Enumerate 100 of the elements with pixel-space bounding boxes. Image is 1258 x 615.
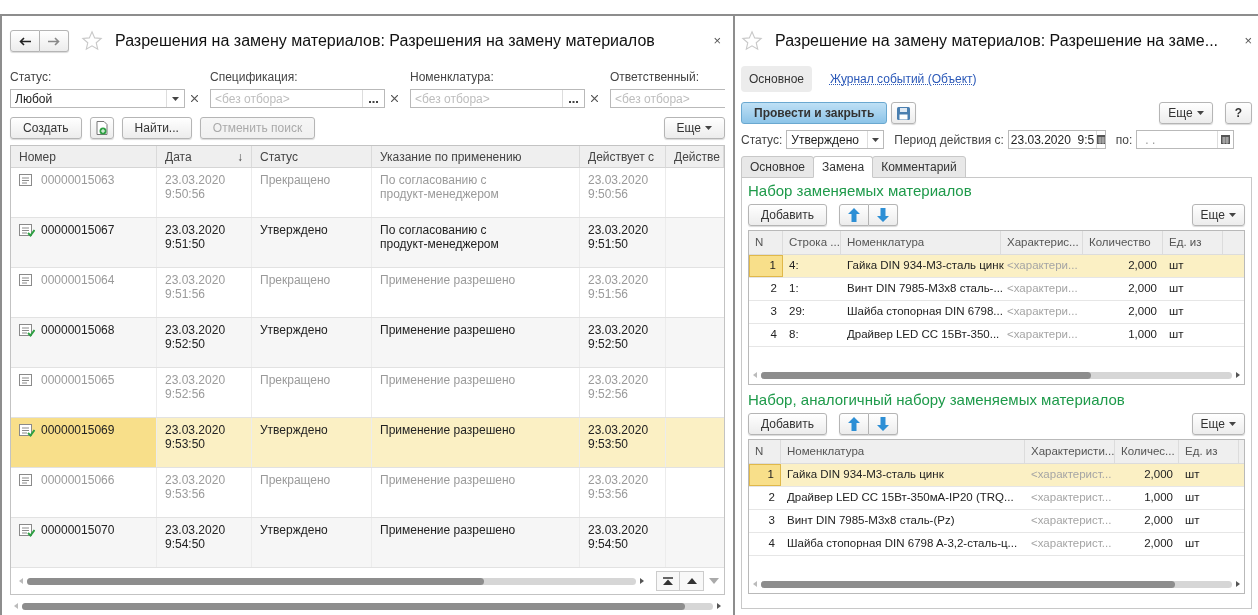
more-button[interactable]: Еще — [1191, 204, 1245, 226]
calendar-icon[interactable] — [1221, 135, 1231, 144]
table-cell-text: 3 — [769, 304, 778, 320]
table-cell-text: <характерист... — [1030, 467, 1113, 483]
scroll-left-icon[interactable] — [753, 581, 757, 587]
table-cell: 23.03.2020 9:53:56 — [157, 468, 252, 517]
scroll-up-button[interactable] — [680, 571, 704, 591]
help-button[interactable]: ? — [1224, 102, 1252, 124]
scroll-left-icon[interactable] — [19, 578, 23, 584]
column-header[interactable]: Номенклатура — [841, 231, 1001, 254]
column-header[interactable]: Количество — [1083, 231, 1163, 254]
close-icon[interactable]: × — [713, 31, 725, 51]
table-cell: 00000015063 — [11, 168, 157, 217]
back-button[interactable] — [10, 30, 40, 52]
favorite-star-icon[interactable] — [81, 30, 103, 52]
table-cell: 23.03.2020 9:54:50 — [157, 518, 252, 567]
clear-icon[interactable] — [191, 95, 198, 102]
table-cell: 23.03.2020 9:53:56 — [580, 468, 666, 517]
tab[interactable]: Замена — [813, 156, 874, 178]
table-cell-text: <характерист... — [1030, 490, 1113, 506]
table-cell: 23.03.2020 9:50:56 — [157, 168, 252, 217]
add-button[interactable]: Добавить — [748, 413, 828, 435]
caret-icon — [1229, 213, 1236, 217]
column-header[interactable]: Указание по применению — [372, 146, 580, 167]
table-cell: Утверждено — [252, 418, 372, 467]
more-button[interactable]: Еще — [1159, 102, 1213, 124]
table-cell-text: Шайба стопорная DIN 6798 A-3,2-сталь-ц... — [786, 536, 1019, 552]
post-and-close-button[interactable]: Провести и закрыть — [741, 102, 888, 124]
move-up-button[interactable] — [839, 204, 870, 226]
calendar-icon[interactable] — [1097, 135, 1105, 144]
nav-link[interactable]: Журнал событий (Объект) — [822, 66, 985, 92]
table-row[interactable]: 00000015068 23.03.2020 9:52:50 Утверждено Применение разрешено 23.03.2020 9:52:50 — [11, 318, 724, 368]
table-cell: Применение разрешено — [372, 368, 580, 417]
section-title: Набор, аналогичный набору заменяемых материалов — [748, 391, 1126, 409]
toolbar-button[interactable]: Найти... — [121, 117, 192, 139]
arrow-up-icon — [848, 417, 861, 431]
table-cell-text: <характерист... — [1030, 536, 1113, 552]
nav-link[interactable]: Основное — [741, 66, 812, 92]
move-up-button[interactable] — [839, 413, 870, 435]
column-header[interactable]: Действе — [666, 146, 724, 167]
scroll-right-icon[interactable] — [717, 603, 721, 609]
more-button[interactable]: Еще — [663, 117, 725, 139]
table-row[interactable]: 1 Гайка DIN 934-М3-сталь цинк <характерист... 2,000 шт — [749, 464, 1244, 487]
table-cell-text: <характери... — [1006, 304, 1079, 320]
column-header[interactable]: Номенклатура — [781, 440, 1025, 463]
table-row[interactable]: 00000015070 23.03.2020 9:54:50 Утверждено Применение разрешено 23.03.2020 9:54:50 — [11, 518, 724, 568]
filter-label: Номенклатура: — [410, 69, 495, 86]
favorite-star-icon[interactable] — [741, 30, 763, 52]
table-cell-text: 8: — [788, 327, 800, 343]
column-header[interactable]: Количес... — [1115, 440, 1179, 463]
table-cell-text: шт — [1168, 327, 1185, 343]
table-cell: 23.03.2020 9:51:56 — [580, 268, 666, 317]
clear-icon[interactable] — [591, 95, 598, 102]
move-down-button[interactable] — [869, 204, 899, 226]
scroll-left-icon[interactable] — [14, 603, 18, 609]
column-header[interactable]: Ед. из — [1179, 440, 1239, 463]
scroll-right-icon[interactable] — [1236, 581, 1240, 587]
table-cell: Прекращено — [252, 268, 372, 317]
document-check-icon — [19, 524, 35, 538]
table-row[interactable]: 00000015069 23.03.2020 9:53:50 Утверждено Применение разрешено 23.03.2020 9:53:50 — [11, 418, 724, 468]
date-from-field[interactable]: 23.03.2020 9:5 — [1007, 130, 1106, 149]
more-button[interactable]: Еще — [1191, 413, 1245, 435]
scroll-top-button[interactable] — [656, 571, 680, 591]
tab[interactable]: Комментарий — [872, 156, 966, 178]
close-icon[interactable]: × — [1244, 31, 1252, 51]
filter-field[interactable]: Любой — [10, 89, 185, 108]
scroll-right-icon[interactable] — [640, 578, 644, 584]
period-to-label: по: — [1115, 131, 1133, 149]
column-header[interactable]: Статус — [252, 146, 372, 167]
table-cell-text: 1: — [788, 281, 800, 297]
table-cell: 23.03.2020 9:52:56 — [157, 368, 252, 417]
copy-button[interactable] — [89, 117, 114, 139]
column-header[interactable]: Действует с — [580, 146, 666, 167]
caret-icon — [1229, 422, 1236, 426]
toolbar-button[interactable]: Создать — [10, 117, 82, 139]
scroll-left-icon[interactable] — [753, 372, 757, 378]
table-cell-text: <характери... — [1006, 281, 1079, 297]
column-header[interactable]: Характерис... — [1001, 231, 1083, 254]
table-row[interactable]: 00000015067 23.03.2020 9:51:50 Утверждено По согласованию с продукт-менеджером 23.03.2020 9:51:50 — [11, 218, 724, 268]
clear-icon[interactable] — [391, 95, 398, 102]
document-check-icon — [19, 224, 35, 238]
column-header[interactable]: N — [749, 440, 781, 463]
column-header[interactable]: Дата ↓ — [157, 146, 252, 167]
table-cell: 00000015069 — [11, 418, 157, 467]
status-field[interactable]: Утверждено — [786, 130, 885, 149]
column-header[interactable]: Ед. из — [1163, 231, 1223, 254]
scroll-right-icon[interactable] — [1236, 372, 1240, 378]
back-arrow-icon — [19, 36, 31, 46]
column-header[interactable]: Характеристи... — [1025, 440, 1115, 463]
column-header[interactable]: Строка ... — [783, 231, 841, 254]
table-cell: 23.03.2020 9:53:50 — [157, 418, 252, 467]
save-button[interactable] — [891, 102, 917, 124]
column-header[interactable]: Номер — [11, 146, 157, 167]
add-button[interactable]: Добавить — [748, 204, 828, 226]
tab[interactable]: Основное — [741, 156, 814, 178]
move-down-button[interactable] — [869, 413, 899, 435]
scroll-up-icon — [686, 578, 697, 584]
table-row[interactable]: 1 4: Гайка DIN 934-М3-сталь цинк <характери... 2,000 шт — [749, 255, 1244, 278]
column-header[interactable]: N — [749, 231, 783, 254]
table-cell-text: 2,000 — [1127, 258, 1158, 274]
